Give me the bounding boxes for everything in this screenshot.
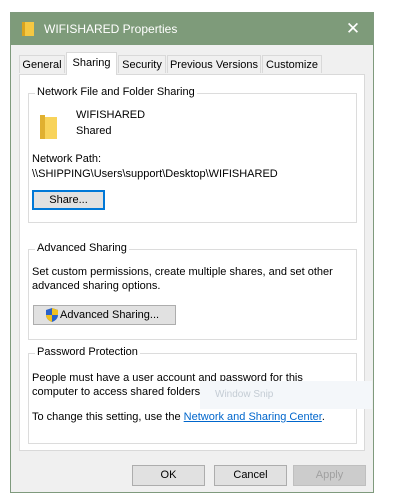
password-change-text: To change this setting, use the Network …	[32, 411, 325, 423]
network-sharing-title: Network File and Folder Sharing	[35, 86, 197, 98]
share-button[interactable]: Share...	[32, 190, 105, 210]
tab-customize[interactable]: Customize	[262, 55, 322, 73]
close-icon[interactable]: ✕	[333, 13, 373, 45]
tab-strip: General Sharing Security Previous Versio…	[19, 52, 369, 75]
network-sharing-group: Network File and Folder Sharing WIFISHAR…	[28, 86, 357, 223]
network-path-value: \\SHIPPING\Users\support\Desktop\WIFISHA…	[32, 168, 278, 180]
tab-general[interactable]: General	[19, 55, 65, 73]
password-protection-title: Password Protection	[35, 346, 140, 358]
advanced-sharing-title: Advanced Sharing	[35, 242, 129, 254]
network-sharing-center-link[interactable]: Network and Sharing Center	[184, 411, 322, 423]
password-desc-2: computer to access shared folders.	[32, 386, 204, 398]
uac-shield-icon	[46, 308, 58, 322]
advanced-sharing-button-label: Advanced Sharing...	[60, 309, 160, 321]
ok-button[interactable]: OK	[132, 465, 205, 486]
tab-previous-versions[interactable]: Previous Versions	[167, 55, 261, 73]
advanced-sharing-desc-1: Set custom permissions, create multiple …	[32, 266, 333, 278]
advanced-sharing-desc-2: advanced sharing options.	[32, 280, 161, 292]
sharing-panel: Network File and Folder Sharing WIFISHAR…	[19, 74, 372, 451]
advanced-sharing-button[interactable]: Advanced Sharing...	[33, 305, 176, 325]
advanced-sharing-group: Advanced Sharing Set custom permissions,…	[28, 242, 357, 340]
folder-icon	[40, 115, 57, 139]
title-bar[interactable]: WIFISHARED Properties ✕	[11, 13, 373, 45]
properties-window: WIFISHARED Properties ✕ General Sharing …	[10, 12, 374, 493]
network-path-label: Network Path:	[32, 153, 102, 165]
apply-button: Apply	[293, 465, 366, 486]
tab-security[interactable]: Security	[118, 55, 166, 73]
change-suffix: .	[321, 411, 325, 423]
folder-status: Shared	[76, 125, 112, 137]
folder-title-icon	[22, 22, 34, 36]
tab-sharing[interactable]: Sharing	[66, 52, 117, 75]
folder-name: WIFISHARED	[76, 109, 146, 121]
window-title: WIFISHARED Properties	[44, 22, 178, 36]
cancel-button[interactable]: Cancel	[214, 465, 287, 486]
window-snip-label: Window Snip	[215, 389, 274, 400]
change-prefix: To change this setting, use the	[32, 411, 184, 423]
